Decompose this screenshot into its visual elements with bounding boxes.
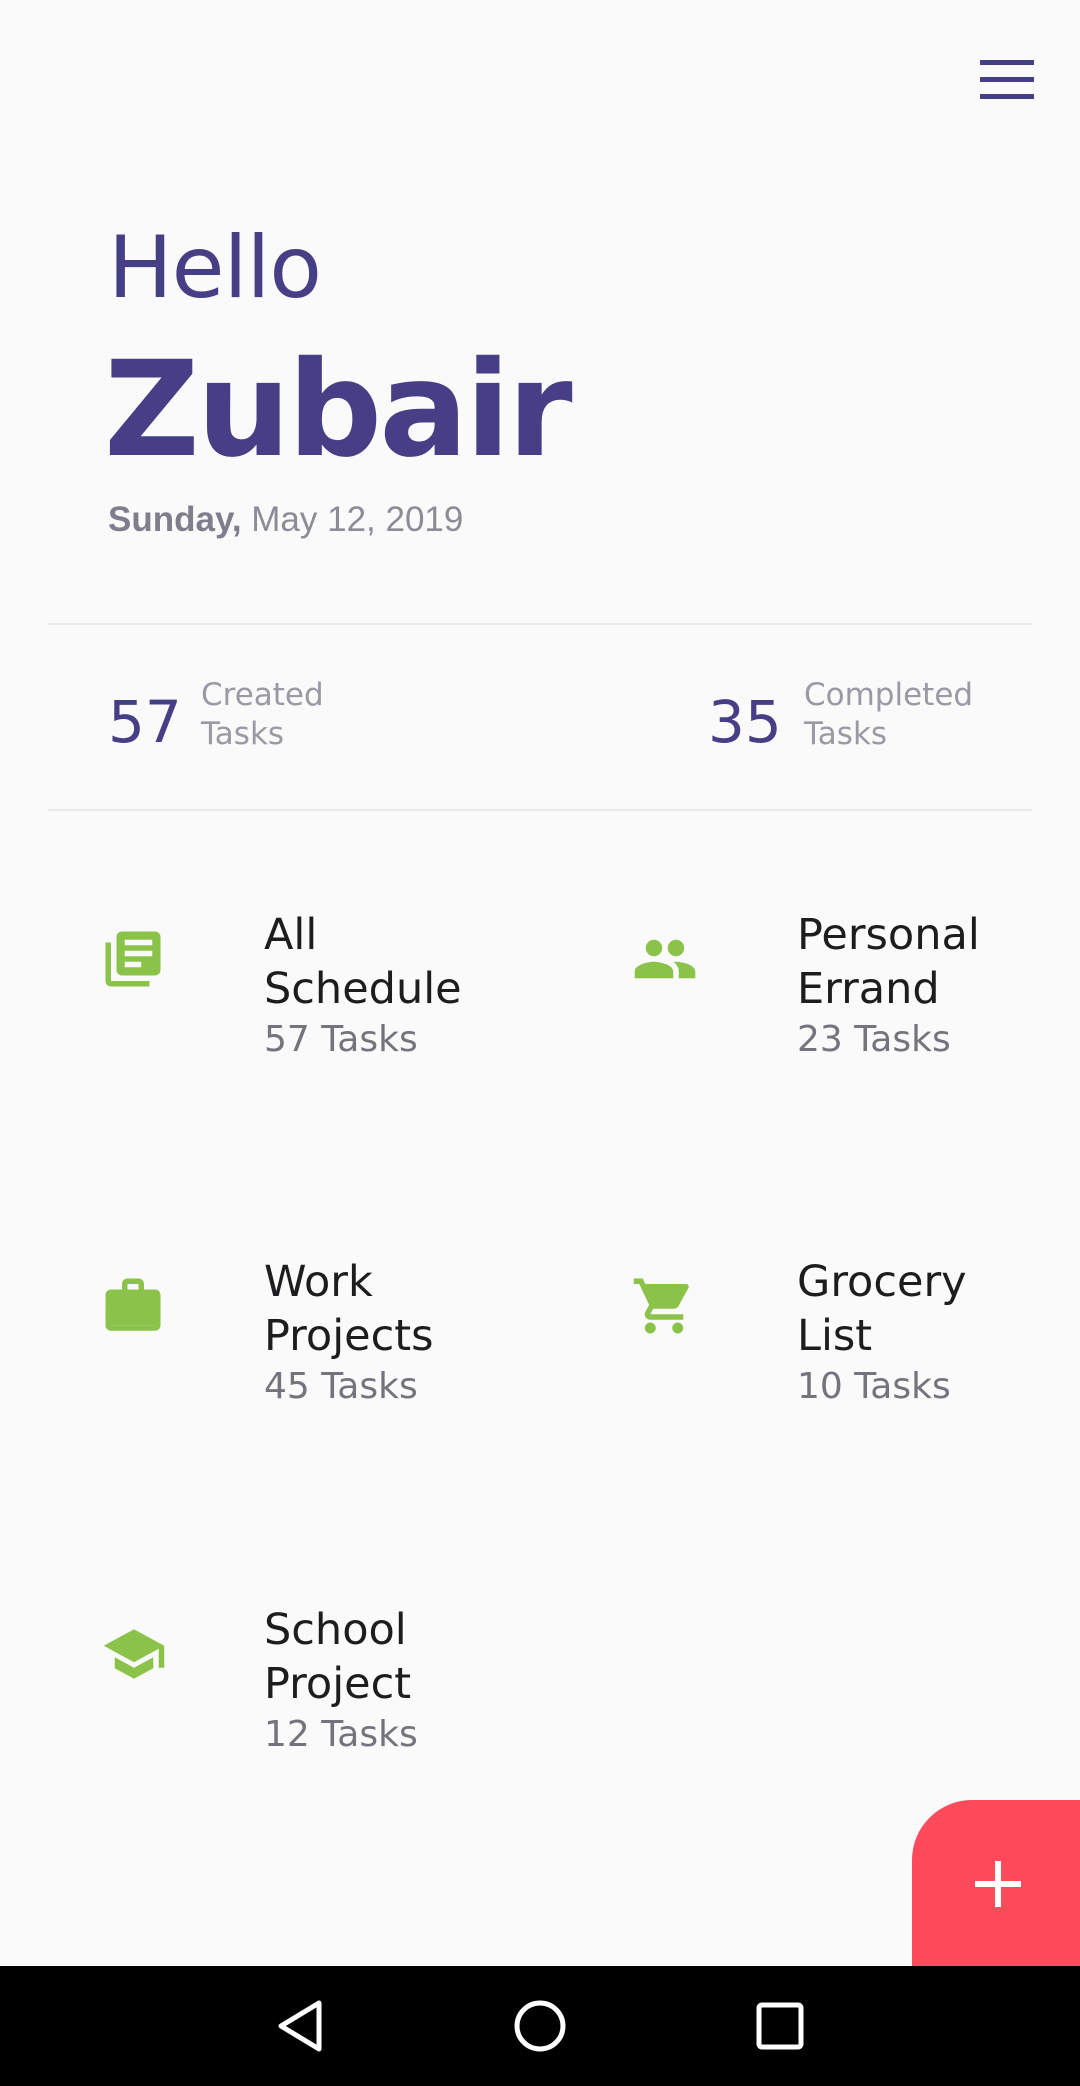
completed-tasks-label-line2: Tasks [804,716,888,752]
news-icon [100,926,166,992]
recents-icon [756,2002,804,2050]
category-school-project[interactable]: School Project 12 Tasks [100,1603,560,1803]
people-icon [631,926,697,992]
menu-button[interactable] [972,52,1042,108]
created-tasks-stat: 57 Created Tasks [108,676,408,766]
app-screen: Hello Zubair Sunday, May 12, 2019 57 Cre… [0,0,1080,2086]
category-title: Personal Errand [797,908,1080,1016]
category-personal-errand[interactable]: Personal Errand 23 Tasks [631,908,1080,1108]
category-title: School Project [264,1603,554,1711]
divider-bottom [48,809,1032,811]
home-button[interactable] [500,1986,580,2066]
category-task-count: 10 Tasks [797,1366,951,1407]
category-task-count: 23 Tasks [797,1019,951,1060]
completed-tasks-stat: 35 Completed Tasks [708,676,1038,766]
back-button[interactable] [260,1986,340,2066]
category-title-line1: Grocery [797,1257,967,1307]
category-title-line2: Schedule [264,964,462,1014]
user-name: Zubair [104,333,573,487]
completed-tasks-label-line1: Completed [804,677,974,713]
created-tasks-count: 57 [108,688,182,756]
cart-icon [631,1273,697,1339]
category-title-line1: Work [264,1257,373,1307]
category-title-line1: All [264,910,318,960]
created-tasks-label-line2: Tasks [201,716,285,752]
created-tasks-label-line1: Created [201,677,324,713]
briefcase-icon [100,1273,166,1339]
date-full: May 12, 2019 [251,500,464,539]
category-title: All Schedule [264,908,554,1016]
category-title-line2: Project [264,1659,412,1709]
system-navigation-bar [0,1966,1080,2086]
category-task-count: 12 Tasks [264,1714,418,1755]
category-task-count: 45 Tasks [264,1366,418,1407]
category-title-line1: School [264,1605,407,1655]
back-icon [278,2000,322,2052]
recents-button[interactable] [740,1986,820,2066]
completed-tasks-label: Completed Tasks [804,676,1024,754]
greeting-text: Hello [108,218,322,318]
home-icon [514,2000,566,2052]
completed-tasks-count: 35 [708,688,782,756]
created-tasks-label: Created Tasks [201,676,421,754]
graduation-cap-icon [100,1621,166,1687]
add-task-button[interactable] [912,1800,1080,1966]
category-task-count: 57 Tasks [264,1019,418,1060]
category-title: Work Projects [264,1255,554,1363]
current-date: Sunday, May 12, 2019 [108,496,463,544]
category-title-line2: Projects [264,1311,434,1361]
category-all-schedule[interactable]: All Schedule 57 Tasks [100,908,560,1108]
divider-top [48,623,1032,625]
category-title: Grocery List [797,1255,1080,1363]
category-grocery-list[interactable]: Grocery List 10 Tasks [631,1255,1080,1455]
category-work-projects[interactable]: Work Projects 45 Tasks [100,1255,560,1455]
category-title-line2: List [797,1311,873,1361]
category-title-line2: Errand [797,964,940,1014]
date-day: Sunday, [108,500,242,539]
category-title-line1: Personal [797,910,980,960]
